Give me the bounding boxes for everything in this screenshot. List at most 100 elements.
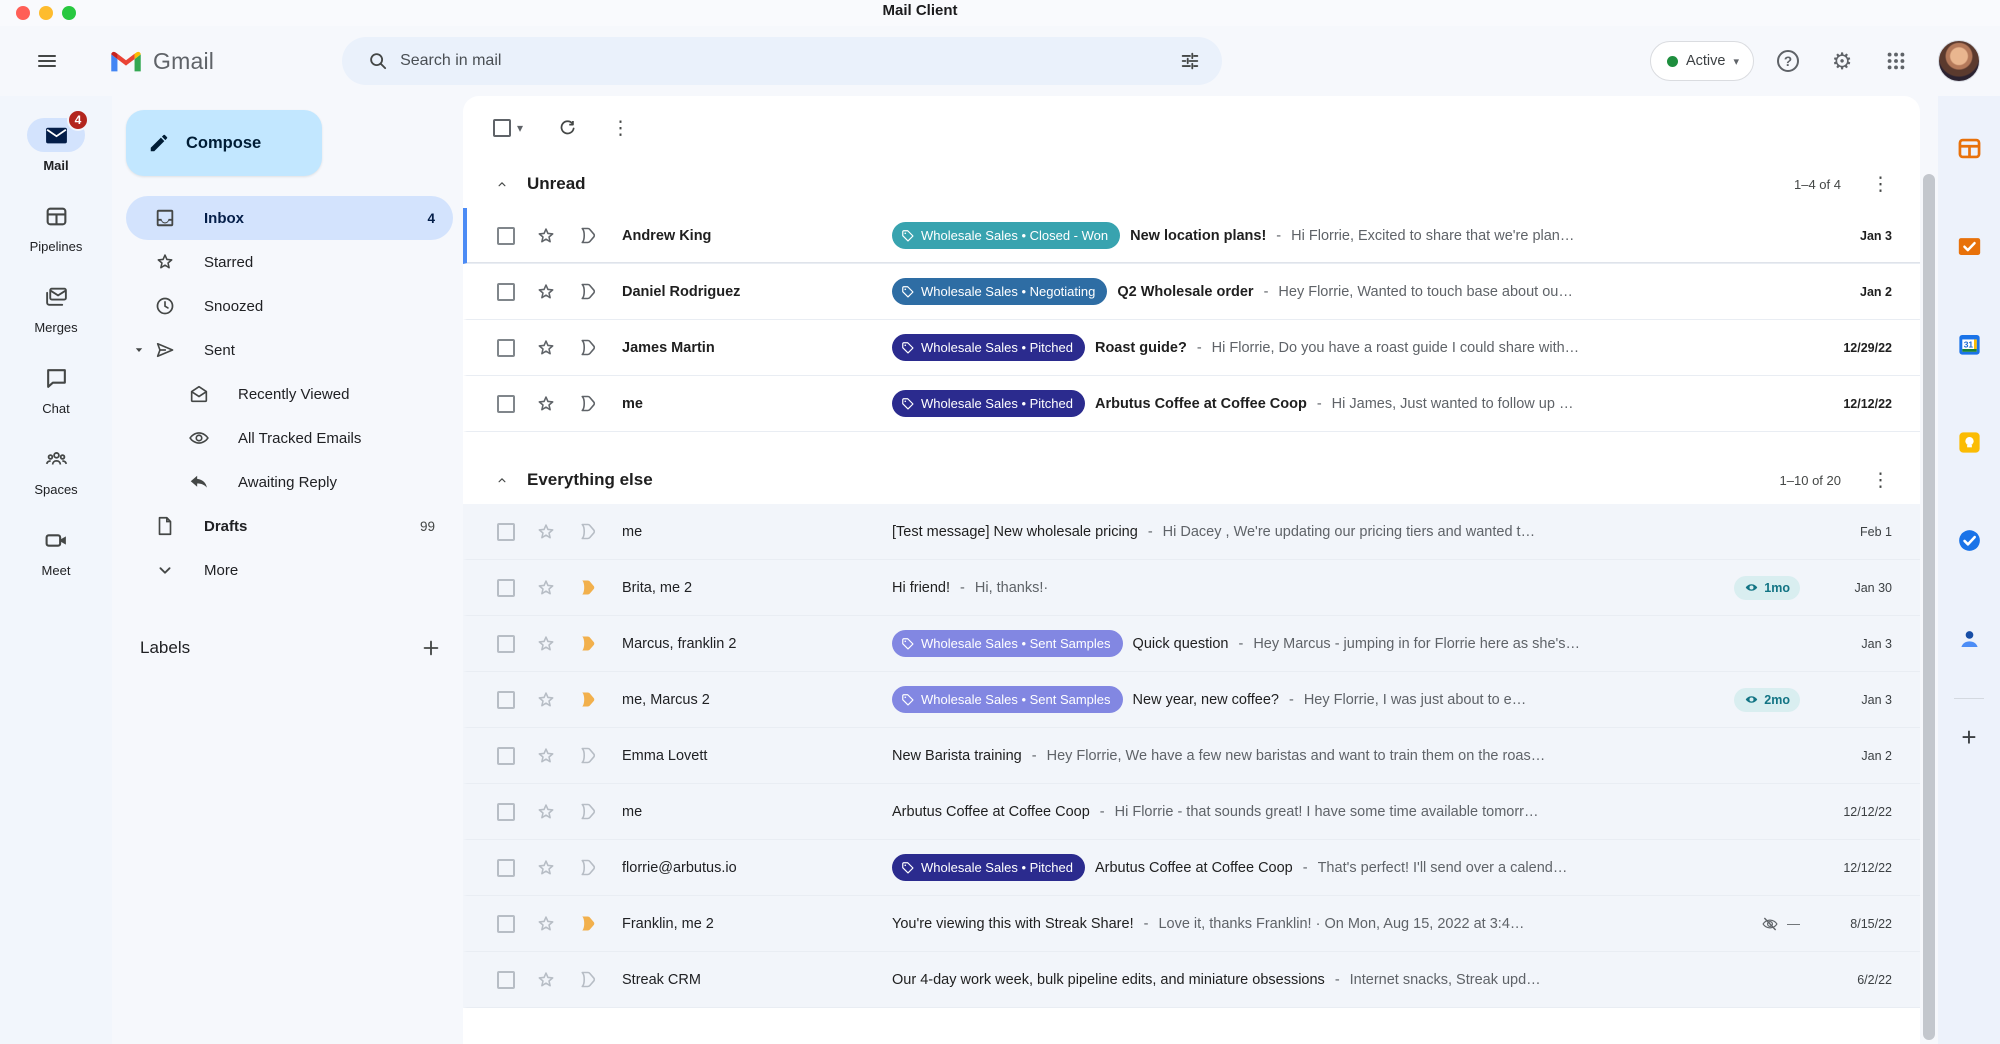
mail-row[interactable]: florrie@arbutus.io Wholesale Sales • Pit…	[463, 840, 1920, 896]
rail-item-spaces[interactable]: Spaces	[0, 442, 112, 497]
select-dropdown-icon[interactable]: ▾	[517, 121, 523, 135]
mail-row[interactable]: Brita, me 2 Hi friend! - Hi, thanks!· 1m…	[463, 560, 1920, 616]
search-options-icon[interactable]	[1168, 39, 1212, 83]
keep-icon[interactable]	[1949, 422, 1989, 462]
send-icon	[154, 339, 176, 361]
mail-row[interactable]: Marcus, franklin 2 Wholesale Sales • Sen…	[463, 616, 1920, 672]
rail-item-pipelines[interactable]: Pipelines	[0, 199, 112, 254]
star-icon[interactable]	[535, 225, 557, 247]
avatar[interactable]	[1938, 40, 1980, 82]
row-checkbox[interactable]	[497, 691, 515, 709]
row-checkbox[interactable]	[497, 803, 515, 821]
streak-box-icon[interactable]	[577, 393, 598, 414]
star-icon[interactable]	[535, 913, 557, 935]
rail-item-meet[interactable]: Meet	[0, 523, 112, 578]
sidebar-item-starred[interactable]: Starred	[126, 240, 453, 284]
streak-box-icon[interactable]	[577, 337, 598, 358]
streak-pipelines-icon[interactable]	[1949, 128, 1989, 168]
sidebar-item-all-tracked-emails[interactable]: All Tracked Emails	[126, 416, 453, 460]
streak-mail-check-icon[interactable]	[1949, 226, 1989, 266]
row-checkbox[interactable]	[497, 395, 515, 413]
streak-box-icon[interactable]	[577, 633, 598, 654]
refresh-button[interactable]	[549, 110, 585, 146]
row-checkbox[interactable]	[497, 523, 515, 541]
streak-box-icon[interactable]	[577, 969, 598, 990]
mail-row[interactable]: Andrew King Wholesale Sales • Closed - W…	[463, 208, 1920, 264]
streak-box-icon[interactable]	[577, 521, 598, 542]
star-icon[interactable]	[535, 521, 557, 543]
row-checkbox[interactable]	[497, 971, 515, 989]
create-label-button[interactable]	[415, 632, 447, 664]
contacts-icon[interactable]	[1949, 618, 1989, 658]
row-checkbox[interactable]	[497, 227, 515, 245]
sidebar-item-snoozed[interactable]: Snoozed	[126, 284, 453, 328]
compose-button[interactable]: Compose	[126, 110, 322, 176]
main-menu-icon[interactable]	[24, 38, 70, 84]
streak-box-icon[interactable]	[577, 857, 598, 878]
mail-row[interactable]: Streak CRM Our 4-day work week, bulk pip…	[463, 952, 1920, 1008]
star-icon[interactable]	[535, 969, 557, 991]
get-add-ons-button[interactable]: +	[1951, 719, 1987, 755]
inbox-icon	[154, 207, 176, 229]
star-icon[interactable]	[535, 801, 557, 823]
streak-box-icon[interactable]	[577, 745, 598, 766]
sidebar-item-more[interactable]: More	[126, 548, 453, 592]
select-all-control[interactable]: ▾	[493, 119, 523, 137]
streak-box-icon[interactable]	[577, 577, 598, 598]
collapse-section-icon[interactable]	[495, 177, 509, 191]
sidebar-item-inbox[interactable]: Inbox 4	[126, 196, 453, 240]
row-checkbox[interactable]	[497, 339, 515, 357]
mail-row[interactable]: me, Marcus 2 Wholesale Sales • Sent Samp…	[463, 672, 1920, 728]
more-actions-button[interactable]: ⋮	[611, 119, 630, 138]
status-dropdown[interactable]: Active ▾	[1650, 41, 1754, 81]
row-checkbox[interactable]	[497, 747, 515, 765]
star-icon[interactable]	[535, 393, 557, 415]
star-icon[interactable]	[535, 337, 557, 359]
row-checkbox[interactable]	[497, 283, 515, 301]
mail-row[interactable]: me [Test message] New wholesale pricing …	[463, 504, 1920, 560]
section-menu-button[interactable]: ⋮	[1871, 471, 1890, 490]
row-checkbox[interactable]	[497, 635, 515, 653]
mail-row[interactable]: me Wholesale Sales • Pitched Arbutus Cof…	[463, 376, 1920, 432]
rail-item-merges[interactable]: Merges	[0, 280, 112, 335]
streak-box-icon[interactable]	[577, 225, 598, 246]
streak-box-icon[interactable]	[577, 689, 598, 710]
sidebar-item-awaiting-reply[interactable]: Awaiting Reply	[126, 460, 453, 504]
star-icon[interactable]	[535, 633, 557, 655]
star-icon[interactable]	[535, 745, 557, 767]
search-input[interactable]	[400, 52, 1168, 70]
tasks-icon[interactable]	[1949, 520, 1989, 560]
rail-item-chat[interactable]: Chat	[0, 361, 112, 416]
mail-row[interactable]: me Arbutus Coffee at Coffee Coop - Hi Fl…	[463, 784, 1920, 840]
section-menu-button[interactable]: ⋮	[1871, 175, 1890, 194]
mail-row[interactable]: Daniel Rodriguez Wholesale Sales • Negot…	[463, 264, 1920, 320]
settings-button[interactable]: ⚙	[1822, 41, 1862, 81]
select-all-checkbox[interactable]	[493, 119, 511, 137]
sidebar-item-sent[interactable]: Sent	[126, 328, 453, 372]
list-scrollbar[interactable]	[1923, 174, 1935, 1040]
rail-item-mail[interactable]: 4 Mail	[0, 118, 112, 173]
section-header: Unread 1–4 of 4 ⋮	[463, 160, 1920, 208]
search-bar[interactable]	[342, 37, 1222, 85]
mail-row[interactable]: Emma Lovett New Barista training - Hey F…	[463, 728, 1920, 784]
calendar-icon[interactable]: 31	[1949, 324, 1989, 364]
streak-box-icon[interactable]	[577, 281, 598, 302]
collapse-section-icon[interactable]	[495, 473, 509, 487]
star-icon[interactable]	[535, 281, 557, 303]
help-button[interactable]: ?	[1768, 41, 1808, 81]
row-checkbox[interactable]	[497, 859, 515, 877]
streak-box-icon[interactable]	[577, 913, 598, 934]
mail-row[interactable]: James Martin Wholesale Sales • Pitched R…	[463, 320, 1920, 376]
streak-box-icon[interactable]	[577, 801, 598, 822]
sidebar-item-drafts[interactable]: Drafts 99	[126, 504, 453, 548]
google-apps-button[interactable]	[1876, 41, 1916, 81]
expand-collapse-icon[interactable]	[132, 343, 146, 357]
row-checkbox[interactable]	[497, 915, 515, 933]
search-icon[interactable]	[356, 39, 400, 83]
mail-row[interactable]: Franklin, me 2 You're viewing this with …	[463, 896, 1920, 952]
star-icon[interactable]	[535, 577, 557, 599]
star-icon[interactable]	[535, 857, 557, 879]
sidebar-item-recently-viewed[interactable]: Recently Viewed	[126, 372, 453, 416]
star-icon[interactable]	[535, 689, 557, 711]
row-checkbox[interactable]	[497, 579, 515, 597]
